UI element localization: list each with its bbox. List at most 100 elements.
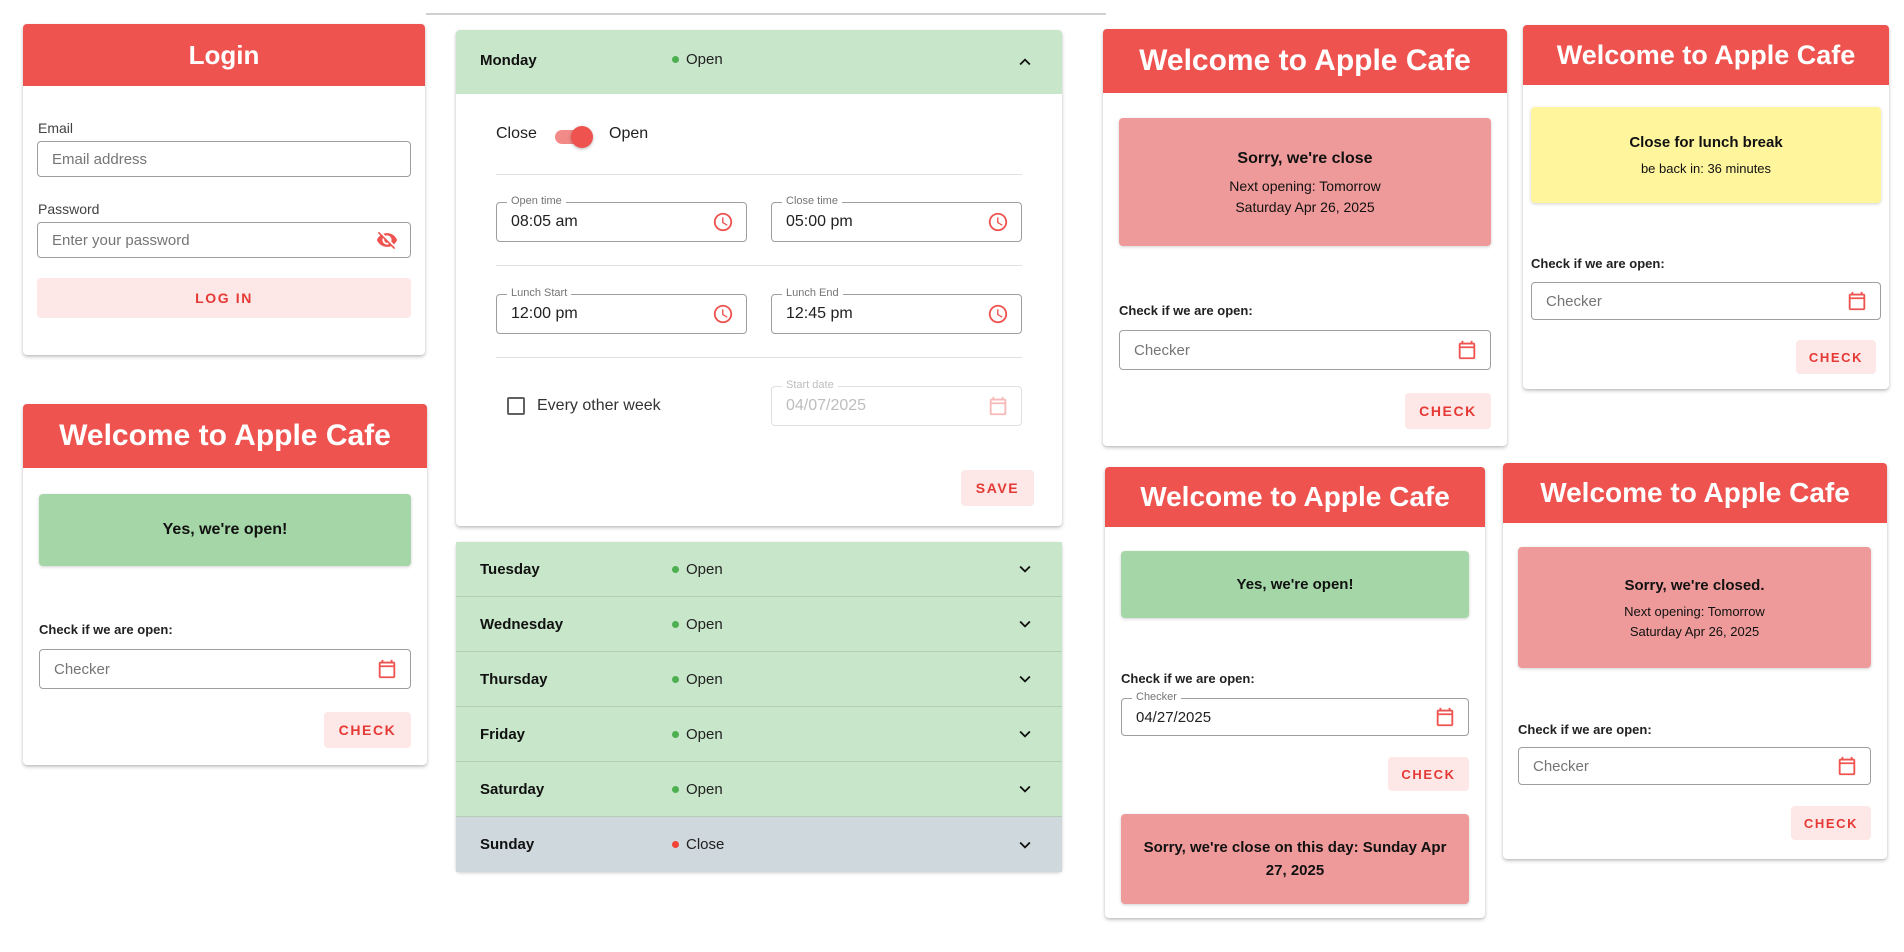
check-button[interactable]: CHECK — [324, 712, 411, 748]
next-opening-date: Saturday Apr 26, 2025 — [1235, 198, 1375, 215]
calendar-icon[interactable] — [376, 658, 398, 680]
checker-input[interactable]: Checker 04/27/2025 — [1121, 691, 1469, 736]
cafe-card-close: Welcome to Apple Cafe Sorry, we're close… — [1103, 29, 1507, 446]
chevron-down-icon[interactable] — [1014, 613, 1036, 635]
password-field[interactable]: Enter your password — [37, 222, 411, 258]
status-dot — [672, 620, 679, 628]
lunch-end-value: 12:45 pm — [786, 305, 853, 322]
lunch-end-field[interactable]: Lunch End 12:45 pm — [771, 287, 1022, 334]
calendar-icon[interactable] — [1456, 339, 1478, 361]
lunch-status-box: Close for lunch break be back in: 36 min… — [1531, 107, 1881, 203]
clock-icon[interactable] — [987, 303, 1009, 325]
start-date-field[interactable]: Start date 04/07/2025 — [771, 379, 1022, 426]
day-name: Saturday — [480, 780, 545, 798]
day-status: Open — [672, 726, 723, 743]
day-name: Friday — [480, 725, 526, 743]
checker-input[interactable]: Checker — [1531, 282, 1881, 320]
check-label: Check if we are open: — [1518, 722, 1652, 737]
day-row-tuesday[interactable]: Tuesday Open — [456, 542, 1062, 597]
password-label: Password — [38, 201, 100, 217]
checker-input[interactable]: Checker — [1518, 747, 1871, 785]
toggle-off-label: Close — [496, 125, 537, 142]
status-text: Open — [686, 725, 723, 743]
lunch-status-title: Close for lunch break — [1629, 134, 1783, 151]
status-dot — [672, 565, 679, 573]
chevron-down-icon[interactable] — [1014, 668, 1036, 690]
divider — [496, 174, 1022, 175]
calendar-icon[interactable] — [1846, 290, 1868, 312]
password-placeholder: Enter your password — [52, 231, 190, 249]
status-text: Open — [686, 51, 723, 68]
day-row-friday[interactable]: Friday Open — [456, 707, 1062, 762]
close-time-label: Close time — [782, 195, 842, 207]
checker-placeholder: Checker — [1546, 292, 1602, 310]
email-field[interactable]: Email address — [37, 141, 411, 177]
check-button[interactable]: CHECK — [1405, 393, 1491, 429]
every-other-week-checkbox[interactable] — [507, 397, 525, 415]
clock-icon[interactable] — [987, 211, 1009, 233]
day-row-sunday[interactable]: Sunday Close — [456, 817, 1062, 872]
toggle-on-label: Open — [609, 125, 649, 142]
close-time-field[interactable]: Close time 05:00 pm — [771, 195, 1022, 242]
open-toggle[interactable] — [555, 126, 593, 148]
day-row-wednesday[interactable]: Wednesday Open — [456, 597, 1062, 652]
day-name: Sunday — [480, 836, 535, 853]
day-row-saturday[interactable]: Saturday Open — [456, 762, 1062, 817]
status-text: Open — [686, 670, 723, 688]
open-time-field[interactable]: Open time 08:05 am — [496, 195, 747, 242]
status-dot — [672, 56, 679, 63]
email-label: Email — [38, 120, 74, 136]
checker-label: Checker — [1132, 691, 1181, 703]
email-placeholder: Email address — [52, 150, 148, 168]
cafe-title: Welcome to Apple Cafe — [1103, 29, 1507, 93]
start-date-value: 04/07/2025 — [786, 397, 867, 414]
monday-row[interactable]: Monday Open — [456, 30, 1062, 94]
calendar-icon[interactable] — [1836, 755, 1858, 777]
next-opening-date: Saturday Apr 26, 2025 — [1629, 623, 1760, 639]
day-name: Wednesday — [480, 615, 564, 633]
day-status: Open — [672, 671, 723, 688]
cafe-title: Welcome to Apple Cafe — [1503, 463, 1887, 523]
day-row-thursday[interactable]: Thursday Open — [456, 652, 1062, 707]
save-button[interactable]: SAVE — [961, 470, 1034, 506]
cafe-title: Welcome to Apple Cafe — [1523, 25, 1889, 85]
check-label: Check if we are open: — [1121, 671, 1255, 686]
check-label: Check if we are open: — [1531, 256, 1665, 271]
clock-icon[interactable] — [712, 303, 734, 325]
check-button[interactable]: CHECK — [1791, 806, 1871, 840]
toggle-thumb — [571, 126, 593, 148]
chevron-up-icon[interactable] — [1014, 51, 1036, 73]
status-text: Open — [686, 615, 723, 633]
clock-icon[interactable] — [712, 211, 734, 233]
result-text: Sorry, we're close on this day: Sunday A… — [1143, 839, 1447, 879]
calendar-icon[interactable] — [987, 395, 1009, 417]
checker-placeholder: Checker — [1533, 757, 1589, 775]
chevron-down-icon[interactable] — [1014, 834, 1036, 856]
calendar-icon[interactable] — [1434, 706, 1456, 728]
divider — [496, 265, 1022, 266]
checker-input[interactable]: Checker — [39, 649, 411, 689]
day-name: Monday — [480, 52, 537, 69]
lunch-start-field[interactable]: Lunch Start 12:00 pm — [496, 287, 747, 334]
check-label: Check if we are open: — [39, 622, 173, 637]
open-time-value: 08:05 am — [511, 213, 578, 230]
check-button[interactable]: CHECK — [1796, 340, 1876, 374]
status-text: Open — [686, 560, 723, 578]
chevron-down-icon[interactable] — [1014, 778, 1036, 800]
status-dot — [672, 841, 679, 848]
open-status-box: Yes, we're open! — [1121, 551, 1469, 618]
login-button[interactable]: LOG IN — [37, 278, 411, 318]
closed-status-title: Sorry, we're closed. — [1624, 576, 1765, 594]
checker-placeholder: Checker — [54, 660, 110, 678]
checker-input[interactable]: Checker — [1119, 330, 1491, 370]
day-status: Open — [672, 616, 723, 633]
visibility-off-icon[interactable] — [376, 229, 398, 251]
check-button[interactable]: CHECK — [1388, 757, 1469, 791]
chevron-down-icon[interactable] — [1014, 558, 1036, 580]
chevron-down-icon[interactable] — [1014, 723, 1036, 745]
lunch-start-value: 12:00 pm — [511, 305, 578, 322]
checker-placeholder: Checker — [1134, 341, 1190, 359]
next-opening-text: Next opening: Tomorrow — [1229, 177, 1381, 194]
day-status: Close — [672, 836, 724, 853]
day-name: Thursday — [480, 670, 548, 688]
